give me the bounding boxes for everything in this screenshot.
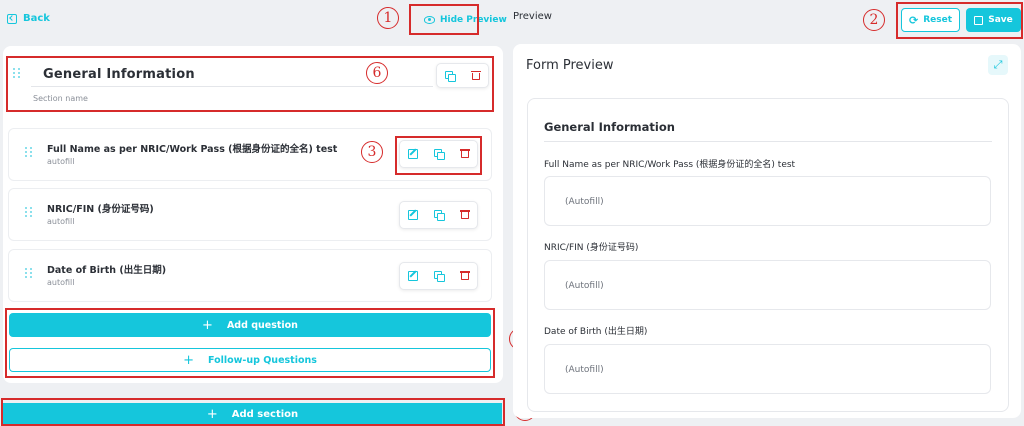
annotation-box-question-actions (395, 136, 482, 175)
question-type: autofill (47, 217, 75, 226)
edit-question-icon[interactable] (408, 210, 419, 220)
annotation-box-add-section (1, 398, 505, 426)
question-type: autofill (47, 278, 75, 287)
annotation-number-6: 6 (366, 62, 388, 84)
delete-question-icon[interactable] (459, 271, 470, 281)
annotation-number-2: 2 (863, 9, 885, 31)
delete-question-icon[interactable] (459, 210, 470, 220)
question-actions (399, 201, 478, 229)
annotation-number-3: 3 (361, 141, 383, 163)
form-field-placeholder: (Autofill) (565, 365, 604, 375)
question-drag-handle-icon[interactable] (25, 147, 33, 157)
annotation-box-hide-preview (409, 4, 479, 35)
question-actions (399, 262, 478, 290)
question-title: Full Name as per NRIC/Work Pass (根据身份证的全… (47, 144, 338, 155)
form-preview-section-title: General Information (544, 120, 675, 134)
question-drag-handle-icon[interactable] (25, 268, 33, 278)
form-field-placeholder: (Autofill) (565, 281, 604, 291)
preview-heading: Preview (513, 11, 552, 22)
question-type: autofill (47, 157, 75, 166)
duplicate-question-icon[interactable] (434, 271, 446, 282)
question-title: Date of Birth (出生日期) (47, 265, 167, 276)
form-field-label: NRIC/FIN (身份证号码) (544, 243, 639, 253)
form-field-label: Date of Birth (出生日期) (544, 327, 648, 337)
back-arrow-icon (7, 13, 17, 24)
form-field-label: Full Name as per NRIC/Work Pass (根据身份证的全… (544, 160, 796, 170)
form-field-input[interactable]: (Autofill) (544, 344, 991, 394)
form-field-input[interactable]: (Autofill) (544, 176, 991, 226)
annotation-box-add-buttons (5, 308, 495, 378)
form-preview-divider (544, 141, 992, 142)
question-drag-handle-icon[interactable] (25, 207, 33, 217)
edit-question-icon[interactable] (408, 271, 419, 281)
back-label: Back (23, 13, 50, 24)
duplicate-question-icon[interactable] (434, 210, 446, 221)
expand-icon[interactable]: ⤢ (988, 55, 1008, 75)
annotation-number-1: 1 (377, 7, 399, 29)
annotation-box-section (6, 56, 494, 112)
annotation-box-actions (896, 2, 1023, 39)
form-preview-title: Form Preview (526, 58, 614, 73)
form-field-placeholder: (Autofill) (565, 197, 604, 207)
back-link[interactable]: Back (7, 13, 50, 24)
question-title: NRIC/FIN (身份证号码) (47, 204, 154, 215)
form-field-input[interactable]: (Autofill) (544, 260, 991, 310)
